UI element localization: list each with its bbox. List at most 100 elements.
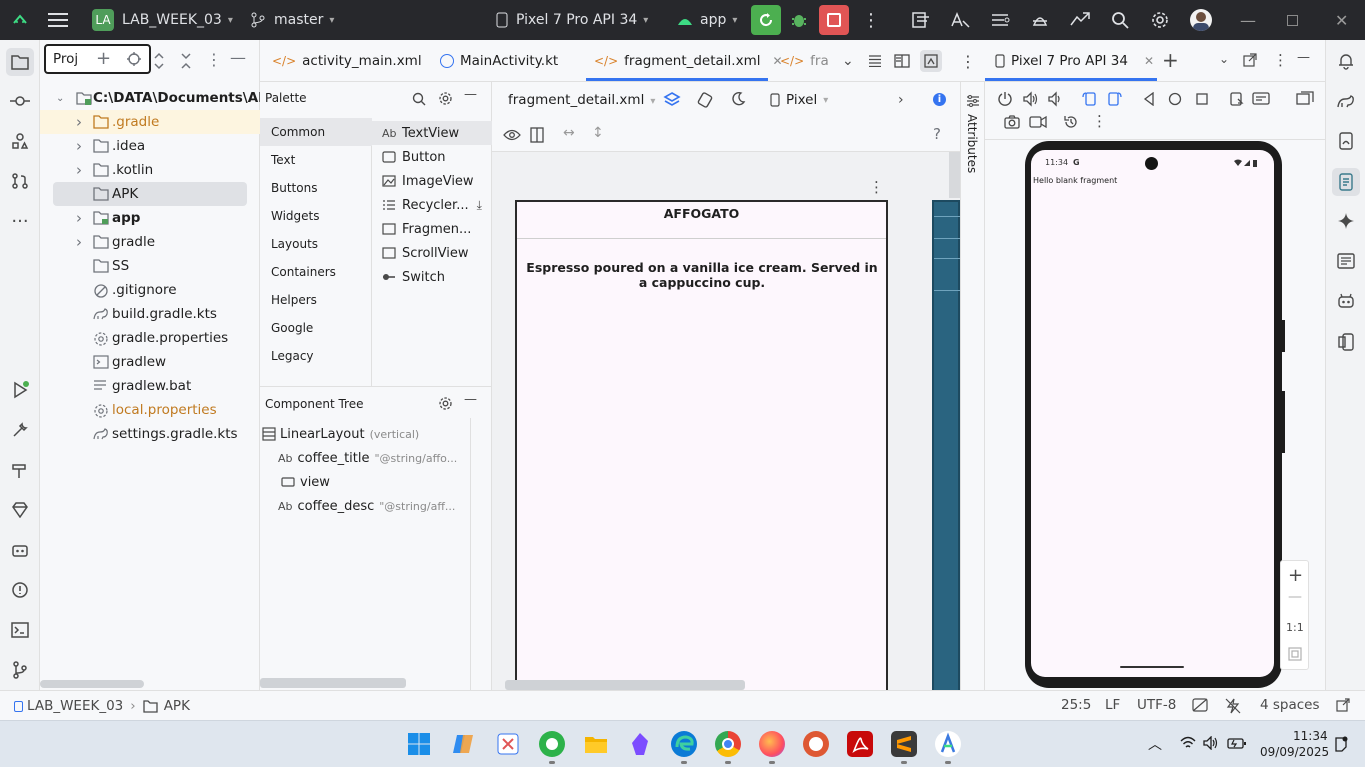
- component-tree-node[interactable]: Ab coffee_title "@string/affo...: [278, 446, 468, 470]
- emulator-screen[interactable]: 11:34 G Hello blank fragment: [1031, 150, 1274, 677]
- search-icon[interactable]: [1111, 0, 1129, 40]
- wifi-icon[interactable]: [1180, 736, 1196, 750]
- chevron-right-icon[interactable]: ›: [76, 161, 82, 179]
- gradle-icon[interactable]: [1334, 89, 1358, 113]
- resource-manager-icon[interactable]: [8, 129, 32, 153]
- project-selector[interactable]: LA LAB_WEEK_03 ▾: [92, 0, 233, 40]
- commit-icon[interactable]: [8, 89, 32, 113]
- readonly-toggle-icon[interactable]: [1192, 698, 1208, 712]
- tree-item[interactable]: SS: [40, 254, 260, 278]
- hide-icon[interactable]: —: [464, 392, 477, 407]
- edge-browser-icon[interactable]: [671, 731, 697, 757]
- settings-gear-icon[interactable]: [1150, 0, 1170, 40]
- palette-category[interactable]: Text: [260, 146, 372, 174]
- tree-item[interactable]: gradlew.bat: [40, 374, 260, 398]
- layout-preview-screen[interactable]: AFFOGATO Espresso poured on a vanilla ic…: [515, 200, 888, 690]
- evernote-icon[interactable]: [539, 731, 565, 757]
- firefox-browser-icon[interactable]: [759, 731, 785, 757]
- tree-item[interactable]: › .gradle: [40, 110, 260, 134]
- notifications-bell-icon[interactable]: [1334, 49, 1358, 73]
- build-tools-icon[interactable]: [8, 418, 32, 442]
- app-inspection-icon[interactable]: [1334, 289, 1358, 313]
- vcs-branch-selector[interactable]: master ▾: [250, 0, 334, 40]
- rotate-right-icon[interactable]: [1107, 91, 1123, 107]
- night-mode-icon[interactable]: [730, 91, 746, 107]
- horizontal-scrollbar[interactable]: [505, 680, 745, 690]
- chevron-down-icon[interactable]: ⌄: [1219, 52, 1229, 66]
- search-icon[interactable]: [412, 92, 426, 106]
- zoom-actual-size[interactable]: 1:1: [1286, 621, 1304, 634]
- file-encoding[interactable]: UTF-8: [1137, 697, 1176, 713]
- locate-icon[interactable]: [126, 51, 142, 67]
- collapse-all-icon[interactable]: [179, 52, 193, 70]
- preview-options-icon[interactable]: ⋮: [869, 178, 884, 196]
- user-avatar[interactable]: [1190, 0, 1212, 40]
- palette-category[interactable]: Widgets: [260, 202, 372, 230]
- palette-category[interactable]: Legacy: [260, 342, 372, 370]
- screen-record-icon[interactable]: [1029, 115, 1047, 129]
- design-view-icon[interactable]: [920, 40, 942, 82]
- battery-icon[interactable]: [1227, 736, 1247, 750]
- tree-item[interactable]: local.properties: [40, 398, 260, 422]
- vertical-scrollbar[interactable]: [949, 152, 960, 198]
- palette-widget-item[interactable]: ScrollView: [372, 241, 492, 265]
- version-control-icon[interactable]: [8, 658, 32, 682]
- palette-category[interactable]: Google: [260, 314, 372, 342]
- preview-coffee-title[interactable]: AFFOGATO: [517, 206, 886, 221]
- rotate-left-icon[interactable]: [1081, 91, 1097, 107]
- open-external-icon[interactable]: [1243, 53, 1257, 67]
- logcat-icon[interactable]: [990, 0, 1010, 40]
- blueprint-toggle-icon[interactable]: [530, 127, 544, 143]
- palette-widget-item[interactable]: Switch: [372, 265, 492, 289]
- tab-fragment-detail[interactable]: </> fragment_detail.xml ✕: [594, 40, 783, 82]
- windows-start-icon[interactable]: [407, 732, 433, 758]
- line-separator[interactable]: LF: [1105, 697, 1120, 713]
- debug-button[interactable]: [790, 0, 808, 40]
- back-icon[interactable]: [1143, 92, 1155, 106]
- logcat-icon[interactable]: [1334, 249, 1358, 273]
- attributes-strip[interactable]: Attributes: [960, 82, 985, 690]
- tree-item[interactable]: .gitignore: [40, 278, 260, 302]
- tree-item[interactable]: › app: [40, 206, 260, 230]
- translate-icon[interactable]: [950, 0, 970, 40]
- tree-item[interactable]: gradle.properties: [40, 326, 260, 350]
- palette-category[interactable]: Helpers: [260, 286, 372, 314]
- tree-root-linearlayout[interactable]: LinearLayout (vertical): [260, 422, 419, 446]
- fold-icon[interactable]: [1228, 91, 1244, 107]
- breadcrumb-project[interactable]: LAB_WEEK_03: [27, 698, 123, 714]
- palette-category[interactable]: Containers: [260, 258, 372, 286]
- zoom-out-icon[interactable]: —: [1288, 589, 1302, 605]
- volume-icon[interactable]: [1203, 736, 1219, 750]
- project-view-icon[interactable]: [6, 48, 34, 76]
- chrome-browser-icon[interactable]: [715, 731, 741, 757]
- stop-button[interactable]: [819, 0, 849, 40]
- pull-requests-icon[interactable]: [8, 169, 32, 193]
- gear-icon[interactable]: [438, 396, 453, 411]
- hide-icon[interactable]: —: [1297, 50, 1310, 65]
- screenshot-camera-icon[interactable]: [1004, 115, 1020, 129]
- editor-more-icon[interactable]: ⋮: [960, 40, 976, 82]
- clock-time[interactable]: 11:34: [1293, 729, 1328, 743]
- tab-activity-main[interactable]: </> activity_main.xml: [272, 40, 422, 82]
- copilot-icon[interactable]: [451, 731, 477, 757]
- tab-main-activity[interactable]: MainActivity.kt: [440, 40, 558, 82]
- chevron-right-icon[interactable]: ›: [76, 233, 82, 251]
- tabs-overflow-chevron-icon[interactable]: ⌄: [842, 40, 854, 82]
- palette-widget-item[interactable]: Button: [372, 145, 492, 169]
- preview-divider-view[interactable]: [517, 238, 886, 239]
- main-menu-icon[interactable]: [48, 0, 68, 40]
- device-selector[interactable]: Pixel ▾: [770, 92, 828, 108]
- rerun-button[interactable]: [751, 0, 781, 40]
- file-selector[interactable]: fragment_detail.xml ▾: [508, 92, 655, 108]
- hide-icon[interactable]: —: [464, 87, 477, 102]
- device-manager-icon[interactable]: [1334, 129, 1358, 153]
- gear-icon[interactable]: [438, 91, 453, 106]
- show-hidden-icons-chevron-icon[interactable]: ︿: [1148, 734, 1162, 754]
- run-config-selector[interactable]: app ▾: [676, 0, 737, 40]
- layout-inspector-icon[interactable]: [911, 0, 931, 40]
- options-icon[interactable]: ⋮: [1273, 51, 1288, 69]
- chevron-right-icon[interactable]: ›: [76, 137, 82, 155]
- app-inspection-icon[interactable]: [8, 538, 32, 562]
- gemini-sparkle-icon[interactable]: [1334, 209, 1358, 233]
- indent-setting[interactable]: 4 spaces: [1260, 697, 1320, 713]
